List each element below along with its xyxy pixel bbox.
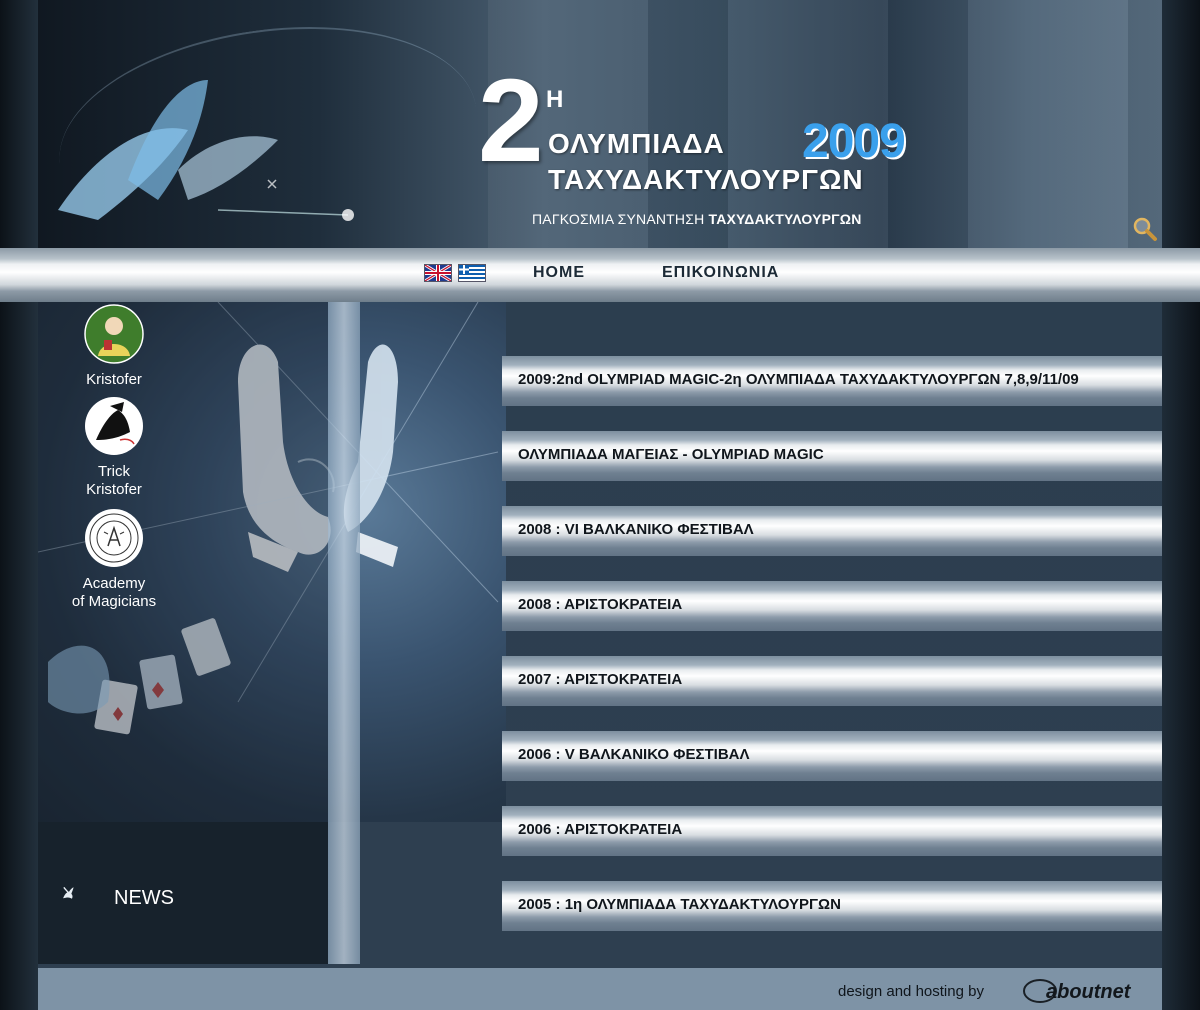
list-item[interactable]: ΟΛΥΜΠΙΑΔΑ ΜΑΓΕΙΑΣ - OLYMPIAD MAGIC bbox=[502, 431, 1162, 506]
left-edge-strip bbox=[0, 0, 38, 1010]
list-item[interactable]: 2008 : VI ΒΑΛΚΑΝΙΚΟ ΦΕΣΤΙΒΑΛ bbox=[502, 506, 1162, 581]
greek-flag-icon[interactable] bbox=[458, 264, 486, 282]
header-subtitle: ΠΑΓΚΟΣΜΙΑ ΣΥΝΑΝΤΗΣΗ ΤΑΧΥΔΑΚΤΥΛΟΥΡΓΩΝ bbox=[532, 211, 862, 227]
magnifier-icon[interactable] bbox=[1132, 216, 1158, 242]
sidebar-item-kristofer[interactable]: Kristofer bbox=[38, 304, 190, 389]
list-item[interactable]: 2009:2nd OLYMPIAD MAGIC-2η ΟΛΥΜΠΙΑΔΑ ΤΑΧ… bbox=[502, 356, 1162, 431]
title-line-1: ΟΛΥΜΠΙΑΔΑ bbox=[548, 128, 725, 159]
title-superscript: Η bbox=[546, 86, 564, 113]
list-item[interactable]: 2008 : ΑΡΙΣΤΟΚΡΑΤΕΙΑ bbox=[502, 581, 1162, 656]
winged-bird-illustration bbox=[58, 80, 354, 221]
header-banner: 2 Η ΟΛΥΜΠΙΑΔΑ ΤΑΧΥΔΑΚΤΥΛΟΥΡΓΩΝ 2009 ΠΑΓΚ… bbox=[38, 0, 1162, 271]
news-link[interactable]: NEWS bbox=[114, 887, 174, 910]
academy-seal-icon bbox=[85, 509, 143, 567]
list-item[interactable]: 2006 : V ΒΑΛΚΑΝΙΚΟ ΦΕΣΤΙΒΑΛ bbox=[502, 731, 1162, 806]
uk-flag-icon[interactable] bbox=[424, 264, 452, 282]
title-numeral: 2 bbox=[478, 55, 544, 187]
list-item[interactable]: 2006 : ΑΡΙΣΤΟΚΡΑΤΕΙΑ bbox=[502, 806, 1162, 881]
page: 2 Η ΟΛΥΜΠΙΑΔΑ ΤΑΧΥΔΑΚΤΥΛΟΥΡΓΩΝ 2009 ΠΑΓΚ… bbox=[38, 0, 1162, 1010]
nav-home-link[interactable]: HOME bbox=[533, 264, 585, 282]
list-item[interactable]: 2005 : 1η ΟΛΥΜΠΙΑΔΑ ΤΑΧΥΔΑΚΤΥΛΟΥΡΓΩΝ bbox=[502, 881, 1162, 956]
title-year: 2009 bbox=[802, 115, 906, 168]
aboutnet-logo[interactable]: aboutnet bbox=[1022, 977, 1162, 1005]
sidebar-item-trick-kristofer[interactable]: Trick Kristofer bbox=[38, 396, 190, 499]
sidebar-item-academy-of-magicians[interactable]: Academy of Magicians bbox=[38, 508, 190, 611]
dove-icon[interactable] bbox=[62, 868, 106, 918]
glowing-wand bbox=[328, 302, 360, 964]
footer bbox=[38, 968, 1162, 1010]
svg-text:aboutnet: aboutnet bbox=[1046, 981, 1132, 1003]
right-edge-strip bbox=[1162, 0, 1200, 1010]
kristofer-avatar-icon bbox=[84, 304, 144, 364]
trick-kristofer-logo-icon bbox=[85, 397, 143, 455]
nav-contact-link[interactable]: ΕΠΙΚΟΙΝΩΝΙΑ bbox=[662, 264, 779, 282]
news-list: 2009:2nd OLYMPIAD MAGIC-2η ΟΛΥΜΠΙΑΔΑ ΤΑΧ… bbox=[502, 356, 1162, 956]
nav-bar bbox=[0, 248, 1200, 302]
footer-credit: design and hosting by bbox=[838, 983, 984, 1000]
list-item[interactable]: 2007 : ΑΡΙΣΤΟΚΡΑΤΕΙΑ bbox=[502, 656, 1162, 731]
